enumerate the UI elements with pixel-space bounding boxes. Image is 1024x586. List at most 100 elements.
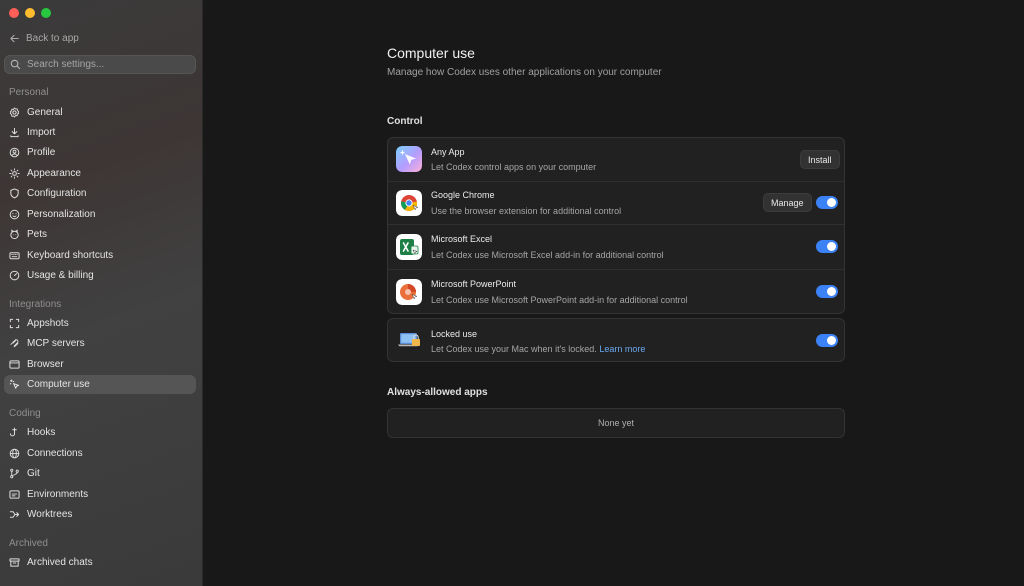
terminal-window-icon (9, 490, 20, 499)
learn-more-link[interactable]: Learn more (599, 344, 645, 354)
user-circle-icon (9, 147, 20, 158)
locked-use-title: Locked use (431, 329, 478, 339)
page-subtitle: Manage how Codex uses other applications… (387, 67, 662, 78)
sidebar-item-computer-use[interactable]: Computer use (4, 375, 196, 394)
app-name: Microsoft PowerPoint (431, 279, 517, 289)
section-label-integrations: Integrations (9, 299, 62, 310)
sidebar-item-keyboard-shortcuts[interactable]: Keyboard shortcuts (4, 246, 196, 265)
sidebar-item-git[interactable]: Git (4, 464, 196, 483)
smile-icon (9, 209, 20, 220)
search-input[interactable] (27, 59, 187, 70)
screenshot-frame-icon (9, 318, 20, 329)
sidebar-item-label: Worktrees (27, 509, 73, 520)
list-item-any-app: Any App Let Codex control apps on your c… (388, 138, 844, 181)
sidebar-item-usage-billing[interactable]: Usage & billing (4, 266, 196, 285)
sidebar-item-label: Keyboard shortcuts (27, 250, 114, 261)
keyboard-icon (9, 252, 20, 260)
sidebar-item-profile[interactable]: Profile (4, 143, 196, 162)
sidebar-item-personalization[interactable]: Personalization (4, 205, 196, 224)
sidebar-item-environments[interactable]: Environments (4, 485, 196, 504)
excel-icon (396, 234, 422, 260)
app-description: Use the browser extension for additional… (431, 206, 622, 216)
worktree-icon (9, 511, 20, 518)
sidebar-item-label: Archived chats (27, 557, 93, 568)
powerpoint-icon (396, 279, 422, 305)
locked-use-description: Let Codex use your Mac when it's locked.… (431, 344, 645, 354)
install-button[interactable]: Install (800, 150, 840, 169)
back-to-app-label: Back to app (26, 33, 79, 44)
app-name: Google Chrome (431, 190, 495, 200)
sidebar-item-label: Connections (27, 448, 83, 459)
locked-use-toggle[interactable] (816, 334, 838, 347)
app-description: Let Codex use Microsoft PowerPoint add-i… (431, 295, 688, 305)
close-window-button[interactable] (9, 8, 19, 18)
sidebar-item-label: Usage & billing (27, 270, 94, 281)
sidebar-item-label: Computer use (27, 379, 90, 390)
list-item-microsoft-excel: Microsoft Excel Let Codex use Microsoft … (388, 225, 844, 269)
back-to-app-link[interactable]: Back to app (9, 33, 79, 44)
any-app-icon (396, 146, 422, 172)
locked-use-description-text: Let Codex use your Mac when it's locked. (431, 344, 597, 354)
control-section-label: Control (387, 116, 423, 127)
section-label-personal: Personal (9, 87, 49, 98)
sidebar-item-label: Pets (27, 229, 48, 240)
sidebar-item-label: Import (27, 127, 56, 138)
sidebar-item-label: Personalization (27, 209, 96, 220)
sidebar: Back to app Personal General Import Prof… (0, 0, 203, 586)
arrow-left-icon (10, 34, 19, 43)
pet-icon (10, 229, 19, 240)
sidebar-item-label: Appshots (27, 318, 69, 329)
window-controls (9, 8, 51, 18)
sidebar-item-label: Appearance (27, 168, 81, 179)
mcp-icon (10, 339, 19, 348)
chrome-toggle[interactable] (816, 196, 838, 209)
powerpoint-toggle[interactable] (816, 285, 838, 298)
sidebar-item-general[interactable]: General (4, 103, 196, 122)
sidebar-item-appshots[interactable]: Appshots (4, 314, 196, 333)
sidebar-item-mcp-servers[interactable]: MCP servers (4, 334, 196, 353)
chrome-icon (396, 190, 422, 216)
sidebar-item-archived-chats[interactable]: Archived chats (4, 553, 196, 572)
sidebar-item-label: MCP servers (27, 338, 85, 349)
control-apps-card: Any App Let Codex control apps on your c… (387, 137, 845, 314)
page-title: Computer use (387, 45, 475, 61)
sidebar-item-worktrees[interactable]: Worktrees (4, 505, 196, 524)
sun-icon (9, 168, 20, 179)
sidebar-item-hooks[interactable]: Hooks (4, 423, 196, 442)
git-branch-icon (10, 468, 19, 479)
sidebar-item-configuration[interactable]: Configuration (4, 184, 196, 203)
sidebar-item-import[interactable]: Import (4, 123, 196, 142)
sidebar-item-label: Profile (27, 147, 56, 158)
browser-window-icon (9, 360, 20, 369)
locked-use-card: Locked use Let Codex use your Mac when i… (387, 318, 845, 362)
gear-icon (9, 107, 20, 118)
sidebar-item-label: Configuration (27, 188, 87, 199)
sidebar-item-connections[interactable]: Connections (4, 444, 196, 463)
gauge-icon (9, 270, 20, 281)
zoom-window-button[interactable] (41, 8, 51, 18)
sidebar-item-pets[interactable]: Pets (4, 225, 196, 244)
sidebar-item-label: Environments (27, 489, 89, 500)
excel-toggle[interactable] (816, 240, 838, 253)
list-item-microsoft-powerpoint: Microsoft PowerPoint Let Codex use Micro… (388, 270, 844, 314)
always-allowed-section-label: Always-allowed apps (387, 387, 488, 398)
sidebar-item-appearance[interactable]: Appearance (4, 164, 196, 183)
sidebar-item-browser[interactable]: Browser (4, 355, 196, 374)
always-allowed-empty-state: None yet (387, 408, 845, 438)
search-icon (10, 59, 21, 70)
manage-button[interactable]: Manage (763, 193, 812, 212)
hook-icon (9, 427, 17, 437)
shield-icon (10, 188, 19, 199)
sidebar-item-label: Git (27, 468, 40, 479)
pointer-sparkle-icon (9, 379, 20, 389)
sidebar-item-label: General (27, 107, 63, 118)
archive-box-icon (9, 558, 20, 567)
app-name: Microsoft Excel (431, 234, 493, 244)
globe-icon (9, 448, 20, 459)
minimize-window-button[interactable] (25, 8, 35, 18)
search-box[interactable] (4, 55, 196, 74)
section-label-archived: Archived (9, 538, 48, 549)
app-name: Any App (431, 147, 465, 157)
sidebar-item-label: Hooks (27, 427, 56, 438)
app-description: Let Codex control apps on your computer (431, 162, 597, 172)
